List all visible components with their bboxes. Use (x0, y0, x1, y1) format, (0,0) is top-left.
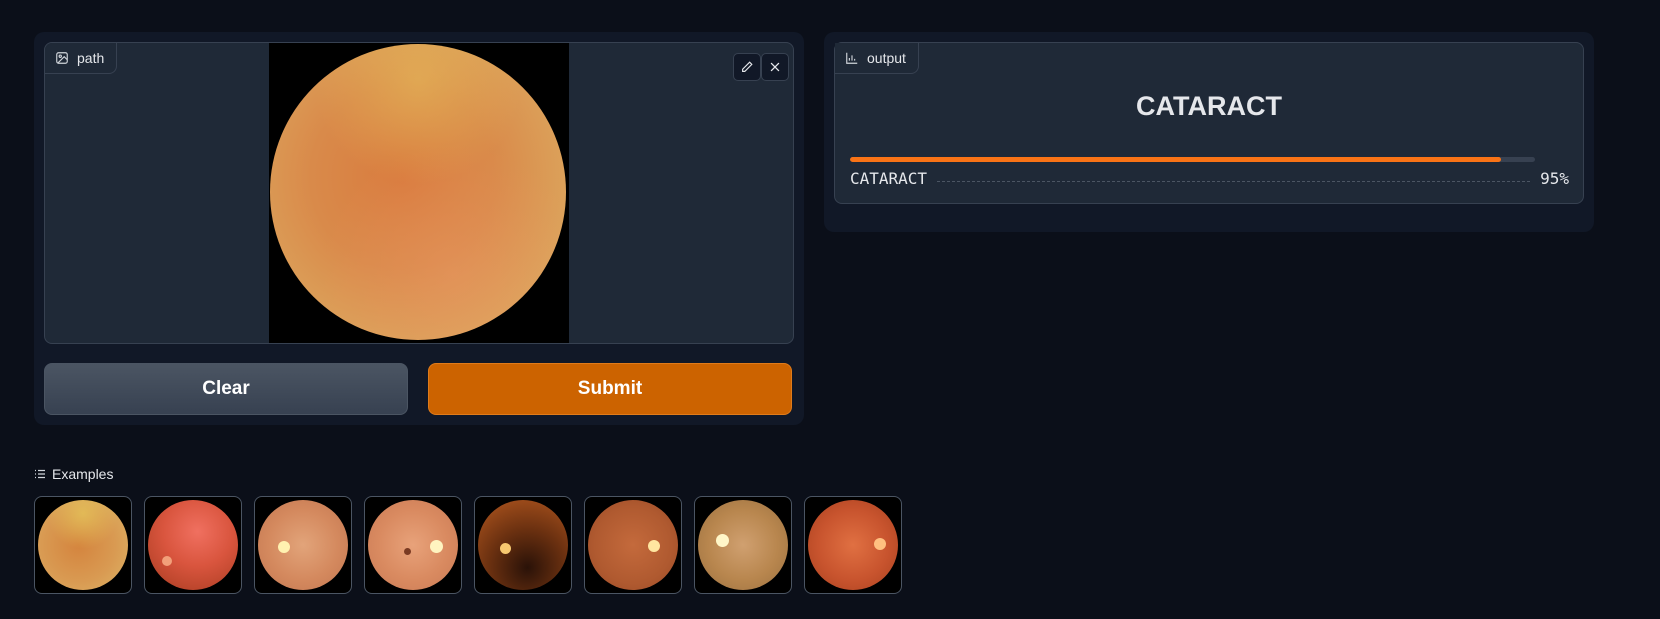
example-fundus-image (808, 500, 898, 590)
input-label: path (45, 43, 118, 74)
example-thumbnail[interactable] (254, 496, 352, 594)
example-thumbnail[interactable] (694, 496, 792, 594)
submit-button[interactable]: Submit (428, 363, 792, 415)
image-icon (56, 52, 68, 64)
confidence-bar-fill (850, 157, 1501, 162)
close-button[interactable] (761, 53, 789, 81)
example-fundus-image (148, 500, 238, 590)
prediction-label: CATARACT (1136, 91, 1282, 121)
output-panel: output CATARACT CATARACT 95% (824, 32, 1594, 232)
example-thumbnail[interactable] (474, 496, 572, 594)
example-fundus-image (588, 500, 678, 590)
example-fundus-image (258, 500, 348, 590)
image-upload[interactable]: path (44, 42, 794, 344)
examples-label: Examples (34, 466, 113, 482)
clear-button[interactable]: Clear (44, 363, 408, 415)
input-label-text: path (77, 50, 105, 66)
example-thumbnail[interactable] (584, 496, 682, 594)
image-preview (269, 43, 569, 343)
examples-label-text: Examples (52, 466, 114, 482)
edit-button[interactable] (733, 53, 761, 81)
bar-chart-icon (846, 52, 858, 64)
list-icon (35, 469, 45, 479)
example-thumbnail[interactable] (804, 496, 902, 594)
confidence-value: 95% (1540, 169, 1569, 188)
example-thumbnail[interactable] (34, 496, 132, 594)
label-output: output CATARACT CATARACT 95% (834, 42, 1584, 204)
input-panel: path Clear Submit (34, 32, 804, 425)
close-icon (770, 62, 780, 72)
confidence-label: CATARACT (850, 169, 928, 188)
leader-dots (937, 181, 1531, 182)
example-fundus-image (368, 500, 458, 590)
example-fundus-image (698, 500, 788, 590)
pencil-icon (742, 61, 753, 72)
confidence-bar (850, 157, 1535, 162)
example-thumbnail[interactable] (144, 496, 242, 594)
example-fundus-image (38, 500, 128, 590)
example-fundus-image (478, 500, 568, 590)
fundus-image (270, 44, 566, 340)
output-label-text: output (867, 50, 906, 66)
confidence-row: CATARACT 95% (850, 169, 1569, 188)
output-label: output (835, 43, 919, 74)
example-thumbnail[interactable] (364, 496, 462, 594)
